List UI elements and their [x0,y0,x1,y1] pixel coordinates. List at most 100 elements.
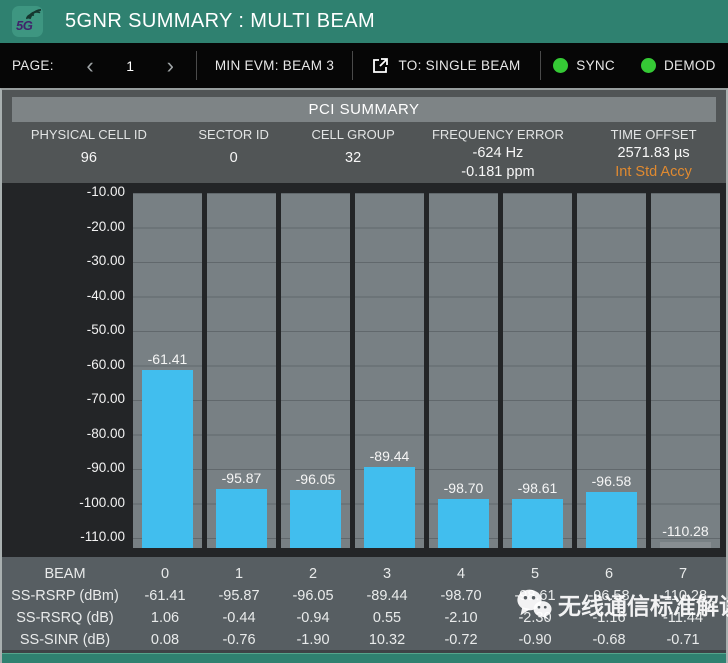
beam-bar [585,491,638,548]
pci-field-label: TIME OFFSET [610,127,697,142]
table-cell: -96.58 [588,588,630,604]
table-cell: 2 [308,566,318,582]
5g-logo-icon: 5G [12,6,43,37]
pci-fields: PHYSICAL CELL ID 96 SECTOR ID 0 CELL GROUP 32… [2,126,726,182]
signal-wave-icon [26,9,41,20]
table-cell: -1.16 [592,610,626,626]
min-evm-indicator: MIN EVM: BEAM 3 [197,43,352,88]
beam-panel-0: -61.41 [133,193,202,548]
y-tick-label: -30.00 [86,253,125,268]
table-row: SS-SINR (dB) 0.08 -0.76 -1.90 10.32 -0.72 -0.9… [2,629,720,651]
pci-summary-section: PCI SUMMARY PHYSICAL CELL ID 96 SECTOR ID 0… [2,90,726,183]
min-evm-label: MIN EVM: BEAM 3 [214,58,335,73]
y-tick-label: -110.00 [80,529,125,544]
page-nav: PAGE: ‹ 1 › [0,43,196,88]
table-row: BEAM 0 1 2 3 4 5 6 7 [2,563,720,585]
beam-table-section: BEAM 0 1 2 3 4 5 6 7 SS-RSRP (dBm) -61.41 -95.87 -96… [2,557,728,651]
pci-field-label: PHYSICAL CELL ID [30,127,147,142]
y-tick-label: -80.00 [86,425,125,441]
beam-chart: -10.00 -20.00 -30.00 -40.00 -50.00 -60.00 -70.… [2,183,726,557]
row-label: SS-RSRQ (dB) [16,610,114,626]
pci-field-value: -624 Hz [472,145,524,161]
table-cell: 10.32 [368,632,406,648]
table-cell: 7 [678,566,688,582]
sync-indicator: SYNC [553,58,615,73]
table-cell: -61.41 [144,588,186,604]
bar-value-label: -61.41 [147,351,188,368]
y-tick-label: -70.00 [86,391,125,406]
page-next-button[interactable]: › [163,54,178,77]
sync-label: SYNC [576,58,615,73]
table-cell: 1.06 [150,610,180,626]
pci-field-value: 2571.83 µs [617,145,690,161]
beam-panel-4: -98.70 [429,193,498,548]
chart-panels: -61.41 -95.87 -96.05 -89.44 -98.70 -98.61 -96.… [133,193,720,548]
pci-field-label: FREQUENCY ERROR [431,127,564,142]
pci-field: PHYSICAL CELL ID 96 [2,126,176,182]
y-tick-label: -10.00 [86,184,125,199]
table-cell: -1.90 [296,632,330,648]
table-cell: 1 [234,566,244,582]
pci-field-value: 0 [229,150,238,166]
pci-field: SECTOR ID 0 [176,126,292,182]
table-cell: 3 [382,566,392,582]
table-cell: 5 [530,566,540,582]
sync-led-icon [553,58,569,73]
external-link-icon [373,58,389,73]
bar-value-label: -96.58 [591,472,632,489]
table-cell: -2.30 [518,610,552,626]
table-cell: 4 [456,566,466,582]
table-row: SS-RSRQ (dB) 1.06 -0.44 -0.94 0.55 -2.10 -2.30… [2,607,720,629]
bar-value-label: -110.28 [662,523,709,539]
content-frame: PCI SUMMARY PHYSICAL CELL ID 96 SECTOR ID 0… [0,88,728,663]
beam-bar [437,499,490,548]
table-row: SS-RSRP (dBm) -61.41 -95.87 -96.05 -89.44 -98… [2,585,720,607]
table-cell: -2.10 [444,610,478,626]
table-cell: -95.87 [218,588,260,604]
beam-bar [511,498,564,548]
beam-bar [141,370,194,548]
y-tick-label: -60.00 [86,356,125,372]
pci-field-subvalue: -0.181 ppm [461,164,535,180]
status-indicators: SYNC DEMOD [541,43,728,88]
demod-indicator: DEMOD [640,58,716,73]
y-tick-label: -20.00 [86,218,125,234]
beam-panel-1: -95.87 [207,193,276,548]
beam-panel-5: -98.61 [503,193,572,548]
pci-field-subvalue: Int Std Accy [615,164,692,180]
table-cell: 0 [160,566,170,582]
demod-label: DEMOD [663,58,716,73]
y-tick-label: -90.00 [86,460,125,475]
table-cell: 6 [604,566,614,582]
table-cell: -0.94 [296,610,330,626]
bottom-accent-bar [2,653,726,663]
pci-field: FREQUENCY ERROR -624 Hz -0.181 ppm [415,126,582,182]
pci-field-label: CELL GROUP [311,127,395,142]
table-cell: -89.44 [366,588,408,604]
row-label: SS-SINR (dB) [19,632,111,648]
beam-panel-2: -96.05 [281,193,350,548]
demod-led-icon [640,58,656,73]
table-cell: 0.08 [150,632,180,648]
row-label: BEAM [44,566,86,582]
beam-bar [363,467,416,548]
table-cell: -0.76 [222,632,256,648]
page-title: 5GNR SUMMARY : MULTI BEAM [65,10,376,32]
table-cell: -98.61 [514,588,556,604]
analyzer-app: 5G 5GNR SUMMARY : MULTI BEAM PAGE: ‹ 1 ›… [0,0,728,663]
y-axis: -10.00 -20.00 -30.00 -40.00 -50.00 -60.00 -70.… [2,183,128,557]
y-tick-label: -40.00 [86,287,125,303]
bar-value-label: -95.87 [221,470,262,487]
beam-panel-3: -89.44 [355,193,424,548]
page-prev-button[interactable]: ‹ [82,54,97,77]
bar-value-label: -98.70 [443,480,484,497]
table-cell: 0.55 [372,610,402,626]
beam-bar [659,542,712,548]
table-cell: -0.68 [592,632,626,648]
to-single-beam-label: TO: SINGLE BEAM [398,58,521,73]
bar-value-label: -98.61 [517,479,558,496]
pci-field-label: SECTOR ID [198,127,269,142]
pci-summary-header: PCI SUMMARY [12,97,716,122]
y-tick-label: -50.00 [86,322,125,337]
to-single-beam-button[interactable]: TO: SINGLE BEAM [353,43,540,88]
